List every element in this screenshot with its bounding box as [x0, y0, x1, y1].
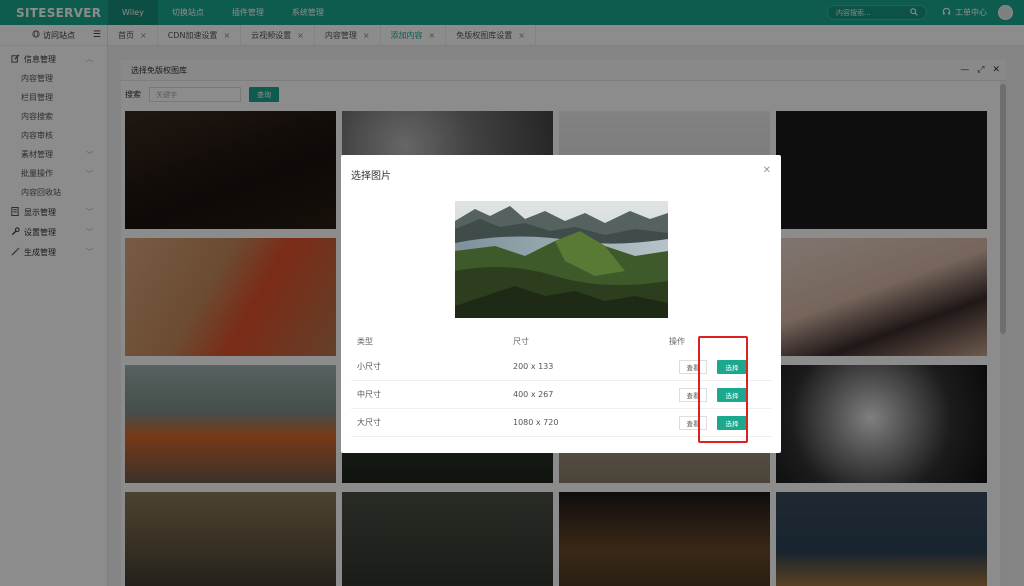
- size-dimensions: 400 x 267: [513, 390, 554, 399]
- size-type: 小尺寸: [357, 362, 381, 371]
- size-dimensions: 200 x 133: [513, 362, 554, 371]
- column-type: 类型: [357, 337, 373, 346]
- column-size: 尺寸: [513, 337, 529, 346]
- highlight-box: [698, 336, 748, 443]
- size-type: 大尺寸: [357, 418, 381, 427]
- image-preview: [455, 201, 668, 318]
- size-type: 中尺寸: [357, 390, 381, 399]
- column-action: 操作: [669, 337, 685, 346]
- size-dimensions: 1080 x 720: [513, 418, 559, 427]
- dialog-title: 选择图片: [351, 171, 391, 182]
- close-icon[interactable]: ✕: [763, 165, 771, 176]
